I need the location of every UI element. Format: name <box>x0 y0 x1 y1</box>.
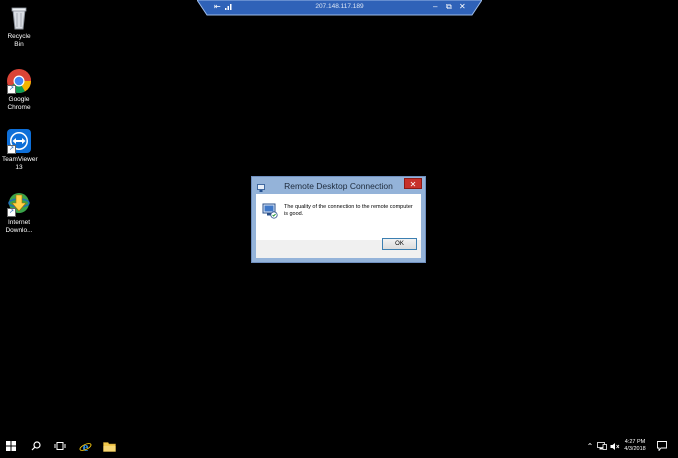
desktop-icon-label: Chrome <box>7 104 31 111</box>
desktop-icon-label: 13 <box>15 164 23 171</box>
network-button[interactable] <box>596 434 608 458</box>
close-icon[interactable]: ✕ <box>459 2 466 12</box>
ok-button[interactable]: OK <box>382 238 417 250</box>
dialog-title: Remote Desktop Connection <box>284 181 393 191</box>
dialog-message: The quality of the connection to the rem… <box>284 204 413 217</box>
desktop-icon-teamviewer[interactable]: ↗ TeamViewer 13 <box>2 128 38 172</box>
minimize-icon[interactable]: – <box>433 2 437 12</box>
clock-date: 4/3/2018 <box>624 446 646 452</box>
desktop-icon-label: Google <box>8 96 30 103</box>
recycle-bin-icon <box>6 5 32 31</box>
download-manager-icon: ↗ <box>6 191 32 217</box>
windows-icon <box>6 441 16 451</box>
remote-desktop-connection-dialog: Remote Desktop Connection ✕ The quality … <box>251 176 426 263</box>
shortcut-arrow-icon: ↗ <box>7 145 16 154</box>
desktop-icon-google-chrome[interactable]: ↗ Google Chrome <box>2 68 36 112</box>
clock-time: 4:27 PM <box>624 439 646 445</box>
dialog-close-button[interactable]: ✕ <box>404 178 422 189</box>
start-button[interactable] <box>0 434 22 458</box>
svg-text:e: e <box>82 440 88 453</box>
action-center-button[interactable] <box>654 434 670 458</box>
taskbar-internet-explorer[interactable]: e <box>74 434 96 458</box>
show-hidden-icons-button[interactable]: ⌃ <box>585 434 595 458</box>
restore-icon[interactable]: ⧉ <box>446 2 452 12</box>
teamviewer-icon: ↗ <box>6 128 32 154</box>
connection-address: 207.148.117.189 <box>315 3 364 10</box>
remote-desktop-icon <box>262 203 278 219</box>
search-icon <box>31 441 41 451</box>
dialog-titlebar[interactable]: Remote Desktop Connection ✕ <box>252 177 425 193</box>
desktop-icon-internet-download-manager[interactable]: ↗ Internet Downlo... <box>2 191 36 235</box>
desktop-icon-recycle-bin[interactable]: Recycle Bin <box>2 5 36 49</box>
dialog-content: The quality of the connection to the rem… <box>256 194 421 240</box>
dialog-client: The quality of the connection to the rem… <box>256 194 421 258</box>
search-button[interactable] <box>25 434 47 458</box>
chrome-icon: ↗ <box>6 68 32 94</box>
chevron-up-icon: ⌃ <box>586 441 594 451</box>
speaker-icon <box>610 442 620 450</box>
shortcut-arrow-icon: ↗ <box>7 208 16 217</box>
shortcut-arrow-icon: ↗ <box>7 85 16 94</box>
folder-icon <box>102 441 116 452</box>
desktop-icon-label: Internet <box>7 219 31 226</box>
task-view-button[interactable] <box>49 434 71 458</box>
connection-bar: ⇤ 207.148.117.189 – ⧉ ✕ <box>197 0 482 16</box>
network-icon <box>597 441 607 450</box>
internet-explorer-icon: e <box>79 440 91 453</box>
desktop-icon-label: Recycle Bin <box>7 33 31 48</box>
taskbar: e ⌃ 4:27 PM 4/3/2018 <box>0 434 678 458</box>
notification-icon <box>657 441 667 451</box>
task-view-icon <box>54 442 66 450</box>
desktop-icon-label: TeamViewer <box>2 156 38 163</box>
desktop-icon-label: Downlo... <box>5 227 33 234</box>
clock[interactable]: 4:27 PM 4/3/2018 <box>620 439 650 453</box>
taskbar-file-explorer[interactable] <box>98 434 120 458</box>
